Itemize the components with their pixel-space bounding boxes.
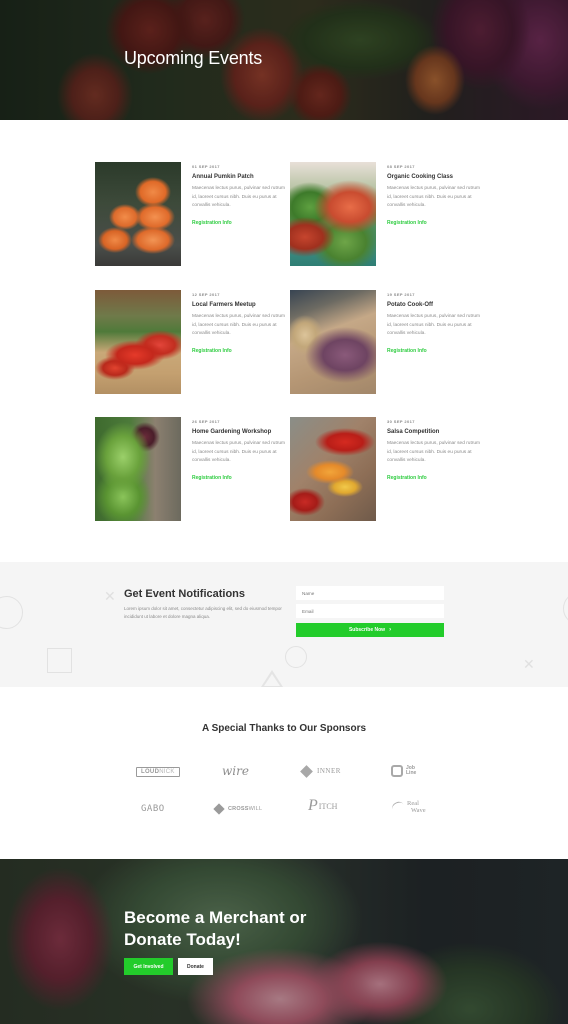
sponsor-logo-wire[interactable]: wire <box>222 762 249 780</box>
event-image-tomato-baskets[interactable] <box>95 290 181 394</box>
event-image-pumpkins[interactable] <box>95 162 181 266</box>
event-title[interactable]: Annual Pumkin Patch <box>192 172 288 182</box>
event-date: 30 SEP 2017 <box>387 419 415 424</box>
sponsor-logo-realwave[interactable]: Real Wave <box>390 798 426 816</box>
sponsor-logo-loudnick[interactable]: LOUDNICK <box>136 763 180 781</box>
event-title[interactable]: Home Gardening Workshop <box>192 427 288 437</box>
event-description: Maecenas lectus purus, pulvinar sed rutr… <box>192 186 286 208</box>
decorative-circle-icon <box>285 646 307 668</box>
decorative-triangle-inner <box>264 674 280 686</box>
registration-info-link[interactable]: Registration Info <box>192 219 232 227</box>
diamond-logo-icon <box>300 764 313 778</box>
event-title[interactable]: Potato Cook-Off <box>387 300 483 310</box>
logo-text: GABO <box>141 804 165 814</box>
sponsor-logo-pitch[interactable]: P ITCH <box>308 797 337 815</box>
donate-button[interactable]: Donate <box>178 958 213 975</box>
registration-info-link[interactable]: Registration Info <box>387 347 427 355</box>
get-involved-button[interactable]: Get Involved <box>124 958 173 975</box>
cta-title: Become a Merchant or Donate Today! <box>124 908 307 949</box>
event-card: 19 SEP 2017 Potato Cook-Off Maecenas lec… <box>290 290 480 394</box>
sponsor-logo-crosswill[interactable]: CROSS WILL <box>213 800 263 818</box>
sponsor-logo-gabo[interactable]: GABO <box>141 800 165 818</box>
logo-initial: P <box>308 797 318 814</box>
event-description: Maecenas lectus purus, pulvinar sed rutr… <box>387 314 481 336</box>
event-description: Maecenas lectus purus, pulvinar sed rutr… <box>192 314 286 336</box>
sponsors-title: A Special Thanks to Our Sponsors <box>201 723 367 734</box>
event-title[interactable]: Salsa Competition <box>387 427 483 437</box>
chevron-right-icon: › <box>389 627 392 633</box>
logo-text: CROSS <box>228 806 249 812</box>
logo-text: LOUD <box>141 769 160 775</box>
logo-text: NICK <box>159 769 175 775</box>
logo-text: Real <box>407 800 419 807</box>
registration-info-link[interactable]: Registration Info <box>192 347 232 355</box>
diamond-logo-icon <box>213 803 225 815</box>
registration-info-link[interactable]: Registration Info <box>387 219 427 227</box>
event-description: Maecenas lectus purus, pulvinar sed rutr… <box>387 186 481 208</box>
wave-logo-icon <box>390 799 406 815</box>
logo-text: ITCH <box>318 801 338 811</box>
name-input[interactable] <box>296 586 444 600</box>
event-image-peppers[interactable] <box>290 417 376 521</box>
logo-text: wire <box>222 764 249 778</box>
event-image-vegetable-baskets[interactable] <box>290 162 376 266</box>
page-title: Upcoming Events <box>124 48 263 68</box>
event-date: 12 SEP 2017 <box>192 292 220 297</box>
notifications-title: Get Event Notifications <box>124 588 246 600</box>
subscribe-label: Subscribe Now <box>348 627 386 633</box>
event-image-lettuce[interactable] <box>95 417 181 521</box>
hexagon-logo-icon <box>391 765 403 777</box>
event-card: 26 SEP 2017 Home Gardening Workshop Maec… <box>95 417 285 521</box>
email-input[interactable] <box>296 604 444 618</box>
sponsor-logo-inner[interactable]: INNER <box>300 762 341 780</box>
decorative-square-icon <box>47 648 72 673</box>
event-title[interactable]: Local Farmers Meetup <box>192 300 288 310</box>
notifications-section: ✕ ✕ Get Event Notifications Lorem ipsum … <box>0 562 568 687</box>
logo-text: Wave <box>411 807 426 814</box>
event-description: Maecenas lectus purus, pulvinar sed rutr… <box>387 441 481 463</box>
notifications-description: Lorem ipsum dolor sit amet, consectetur … <box>124 606 282 619</box>
event-card: 01 SEP 2017 Annual Pumkin Patch Maecenas… <box>95 162 285 266</box>
event-date: 08 SEP 2017 <box>387 164 415 169</box>
decorative-circle-icon <box>563 592 568 625</box>
event-date: 19 SEP 2017 <box>387 292 415 297</box>
registration-info-link[interactable]: Registration Info <box>387 474 427 482</box>
event-card: 30 SEP 2017 Salsa Competition Maecenas l… <box>290 417 480 521</box>
event-card: 12 SEP 2017 Local Farmers Meetup Maecena… <box>95 290 285 394</box>
event-description: Maecenas lectus purus, pulvinar sed rutr… <box>192 441 286 463</box>
decorative-x-icon: ✕ <box>104 588 116 604</box>
logo-text: INNER <box>317 767 341 775</box>
logo-text: Line <box>406 770 417 776</box>
cta-banner: Become a Merchant or Donate Today! Get I… <box>0 859 568 1024</box>
events-section: 01 SEP 2017 Annual Pumkin Patch Maecenas… <box>0 120 568 562</box>
logo-text: WILL <box>248 806 263 812</box>
event-image-potato-crate[interactable] <box>290 290 376 394</box>
decorative-circle-icon <box>0 596 23 629</box>
hero-banner: Upcoming Events <box>0 0 568 120</box>
decorative-x-icon: ✕ <box>523 656 535 672</box>
sponsor-logo-jobline[interactable]: Job Line <box>391 762 416 780</box>
event-date: 26 SEP 2017 <box>192 419 220 424</box>
event-title[interactable]: Organic Cooking Class <box>387 172 483 182</box>
event-date: 01 SEP 2017 <box>192 164 220 169</box>
event-card: 08 SEP 2017 Organic Cooking Class Maecen… <box>290 162 480 266</box>
subscribe-button[interactable]: Subscribe Now › <box>296 623 444 637</box>
sponsors-section: A Special Thanks to Our Sponsors LOUDNIC… <box>0 687 568 859</box>
registration-info-link[interactable]: Registration Info <box>192 474 232 482</box>
